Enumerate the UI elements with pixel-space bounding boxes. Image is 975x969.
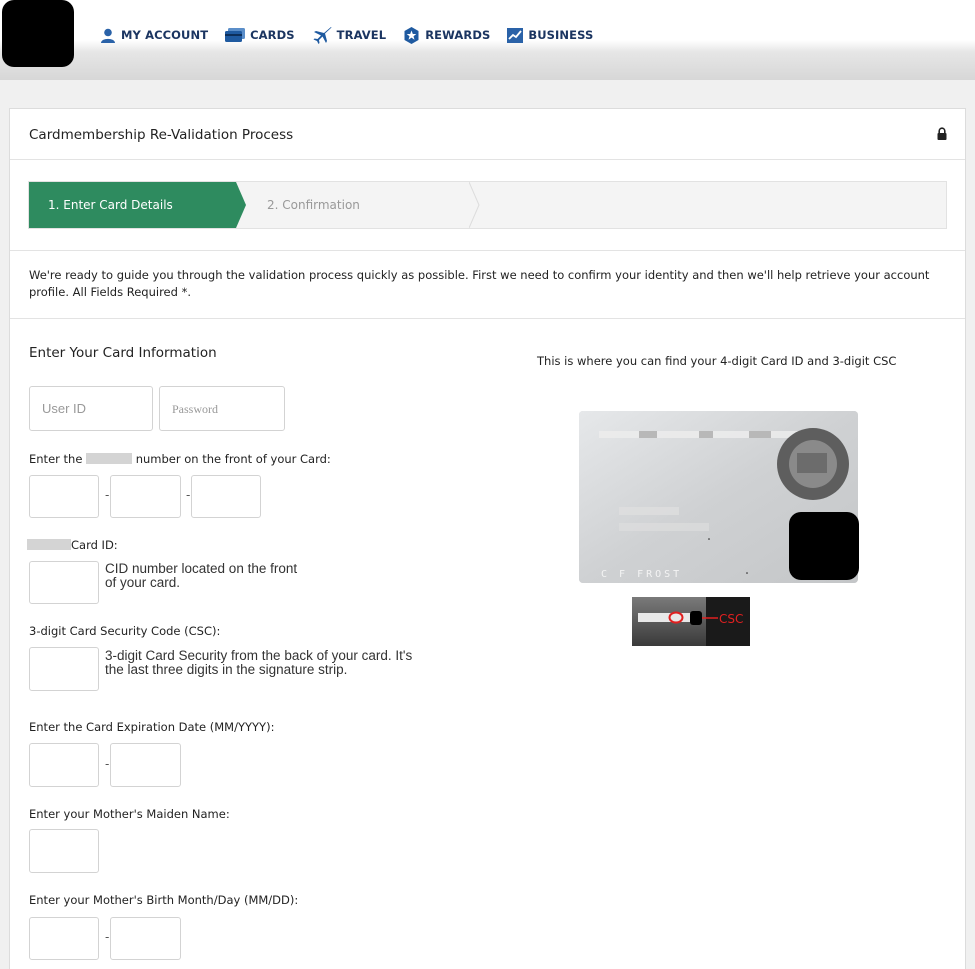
dash-separator: - [105,757,110,771]
expiry-year-input[interactable] [110,743,181,787]
divider [10,318,965,319]
nav-label: MY ACCOUNT [121,28,209,42]
csc-hint: 3-digit Card Security from the back of y… [105,649,412,677]
label-suffix: number on the front of your Card: [135,452,331,466]
nav-label: BUSINESS [528,28,594,42]
intro-text: We're ready to guide you through the val… [29,268,930,299]
nav-business[interactable]: BUSINESS [507,27,594,43]
dash-separator: - [186,488,191,502]
card-icon [225,28,246,42]
password-input[interactable] [159,386,285,431]
nav-label: TRAVEL [336,28,387,42]
card-number-part1-input[interactable] [29,475,99,518]
user-icon [101,28,115,43]
birth-month-input[interactable] [29,917,99,960]
hint-line: of your card. [105,575,181,590]
nav-label: REWARDS [425,28,491,42]
hint-line: the last three digits in the signature s… [105,662,348,677]
expiry-month-input[interactable] [29,743,99,787]
card-number-part2-input[interactable] [110,475,181,518]
csc-label: 3-digit Card Security Code (CSC): [29,624,221,638]
brand-logo[interactable] [2,0,74,67]
step-label: 1. Enter Card Details [48,198,173,212]
label-prefix: Enter the [29,452,83,466]
nav-my-account[interactable]: MY ACCOUNT [100,28,208,43]
user-id-input[interactable] [29,386,153,431]
card-help-text: This is where you can find your 4-digit … [537,354,897,368]
hint-line: 3-digit Card Security from the back of y… [105,648,413,663]
card-id-label: Card ID: [27,538,118,552]
birth-day-input[interactable] [110,917,181,960]
lock-icon [937,127,947,140]
nav-cards[interactable]: CARDS [225,28,295,42]
card-back-csc-image: CSC [632,597,750,646]
revalidation-panel: Cardmembership Re-Validation Process 1. … [9,108,966,969]
section-title: Enter Your Card Information [29,345,217,361]
maiden-name-input[interactable] [29,829,99,873]
panel-header: Cardmembership Re-Validation Process [10,109,965,160]
nav-rewards[interactable]: REWARDS [403,26,491,44]
top-nav-bar: MY ACCOUNT CARDS TRAVEL REWARDS BUSINESS [0,0,975,80]
step-confirmation: 2. Confirmation [267,198,360,212]
hint-line: CID number located on the front [105,561,298,576]
divider [10,250,965,251]
main-nav: MY ACCOUNT CARDS TRAVEL REWARDS BUSINESS [100,26,610,44]
redacted-text [86,453,133,464]
birth-date-label: Enter your Mother's Birth Month/Day (MM/… [29,893,299,907]
card-number-part3-input[interactable] [191,475,261,518]
star-badge-icon [404,26,419,44]
csc-tag: CSC [719,612,743,626]
card-front-image: C F FROST [579,411,859,583]
cid-hint: CID number located on the front of your … [105,562,297,590]
nav-travel[interactable]: TRAVEL [312,26,387,44]
label-text: Card ID: [71,538,118,552]
panel-title: Cardmembership Re-Validation Process [29,127,294,143]
redacted-text [27,539,71,550]
csc-input[interactable] [29,647,99,691]
step-enter-card-details: 1. Enter Card Details [29,182,247,228]
nav-label: CARDS [250,28,295,42]
expiry-label: Enter the Card Expiration Date (MM/YYYY)… [29,720,275,734]
maiden-name-label: Enter your Mother's Maiden Name: [29,807,230,821]
chart-icon [507,27,524,43]
dash-separator: - [105,930,110,944]
step-separator-chevron [469,182,480,228]
card-number-label: Enter the number on the front of your Ca… [29,452,331,466]
plane-icon [313,27,332,44]
card-holder-name: C F FROST [601,569,682,580]
card-id-input[interactable] [29,561,99,604]
dash-separator: - [105,488,110,502]
progress-steps: 1. Enter Card Details 2. Confirmation [28,181,947,229]
